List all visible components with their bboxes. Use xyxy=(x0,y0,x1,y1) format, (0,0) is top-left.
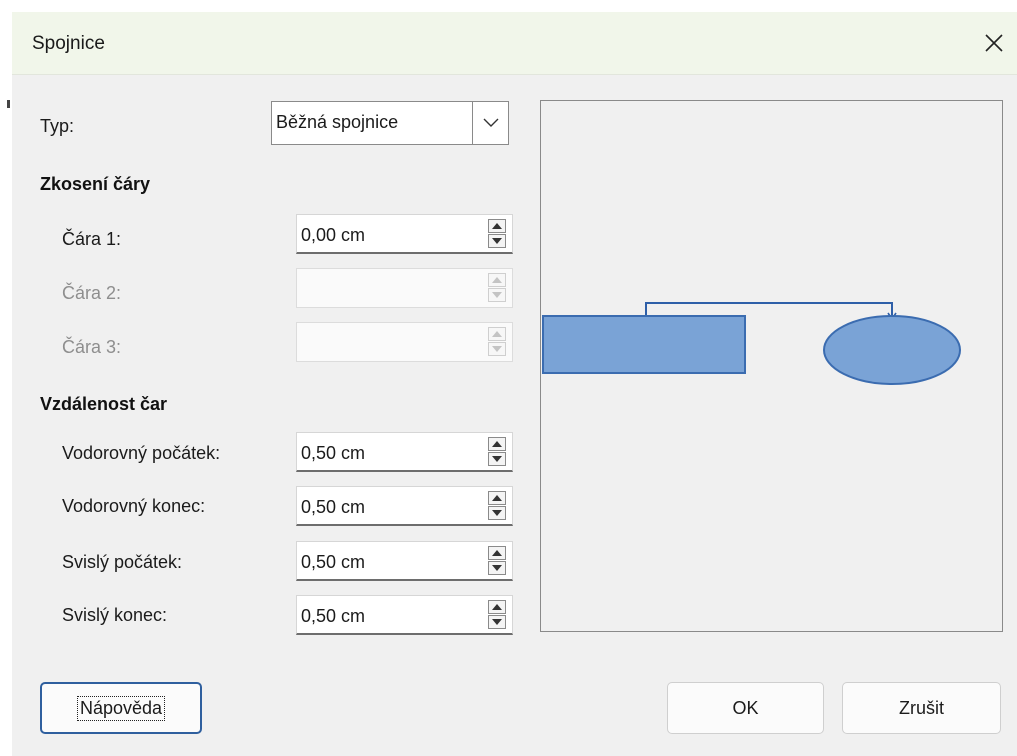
line2-decrement-button xyxy=(488,288,506,302)
line1-value: 0,00 cm xyxy=(301,225,366,245)
h-end-spinbox[interactable]: 0,50 cm xyxy=(296,486,513,526)
arrow-up-icon xyxy=(492,495,502,501)
arrow-up-icon xyxy=(492,604,502,610)
help-button-label: Nápověda xyxy=(76,695,166,721)
v-start-decrement-button[interactable] xyxy=(488,561,506,575)
preview-rectangle xyxy=(542,315,746,374)
type-label: Typ: xyxy=(40,116,75,136)
help-button[interactable]: Nápověda xyxy=(40,682,202,734)
connector-preview xyxy=(540,100,1003,632)
line3-increment-button xyxy=(488,327,506,341)
arrow-down-icon xyxy=(492,510,502,516)
line1-increment-button[interactable] xyxy=(488,219,506,233)
arrow-up-icon xyxy=(492,223,502,229)
arrow-up-icon xyxy=(492,331,502,337)
ok-button-label: OK xyxy=(732,697,759,718)
v-start-spinbox[interactable]: 0,50 cm xyxy=(296,541,513,581)
window-shadow-top xyxy=(0,0,1017,12)
h-start-decrement-button[interactable] xyxy=(488,452,506,466)
type-select[interactable]: Běžná spojnice xyxy=(271,101,509,145)
line3-decrement-button xyxy=(488,342,506,356)
preview-canvas xyxy=(542,302,961,385)
line1-label: Čára 1: xyxy=(62,229,122,249)
line3-spinbox xyxy=(296,322,513,362)
h-start-spinbox[interactable]: 0,50 cm xyxy=(296,432,513,472)
v-end-label: Svislý konec: xyxy=(62,605,168,625)
line3-label: Čára 3: xyxy=(62,337,122,357)
line1-decrement-button[interactable] xyxy=(488,234,506,248)
dialog-title: Spojnice xyxy=(32,33,105,54)
arrow-down-icon xyxy=(492,619,502,625)
cancel-button-label: Zrušit xyxy=(899,697,944,718)
background-artifact xyxy=(7,100,10,108)
line1-spinbox[interactable]: 0,00 cm xyxy=(296,214,513,254)
h-start-increment-button[interactable] xyxy=(488,437,506,451)
close-icon xyxy=(985,34,1003,52)
type-select-dropdown[interactable] xyxy=(472,102,508,144)
h-end-value: 0,50 cm xyxy=(301,497,366,517)
window-shadow-left xyxy=(0,0,12,756)
arrow-down-icon xyxy=(492,346,502,352)
h-end-decrement-button[interactable] xyxy=(488,506,506,520)
v-end-increment-button[interactable] xyxy=(488,600,506,614)
v-start-value: 0,50 cm xyxy=(301,552,366,572)
arrow-up-icon xyxy=(492,550,502,556)
arrow-up-icon xyxy=(492,277,502,283)
preview-ellipse xyxy=(823,315,961,385)
close-button[interactable] xyxy=(971,12,1017,74)
skew-heading: Zkosení čáry xyxy=(40,174,151,194)
line2-increment-button xyxy=(488,273,506,287)
line2-spinbox xyxy=(296,268,513,308)
arrow-down-icon xyxy=(492,565,502,571)
h-start-value: 0,50 cm xyxy=(301,443,366,463)
v-end-spinbox[interactable]: 0,50 cm xyxy=(296,595,513,635)
arrow-down-icon xyxy=(492,456,502,462)
arrow-up-icon xyxy=(492,441,502,447)
h-start-label: Vodorovný počátek: xyxy=(62,443,221,463)
v-start-label: Svislý počátek: xyxy=(62,552,183,572)
v-end-value: 0,50 cm xyxy=(301,606,366,626)
arrow-down-icon xyxy=(492,292,502,298)
title-bar: Spojnice xyxy=(12,12,1017,75)
arrow-down-icon xyxy=(492,238,502,244)
chevron-down-icon xyxy=(483,118,498,127)
h-end-increment-button[interactable] xyxy=(488,491,506,505)
v-end-decrement-button[interactable] xyxy=(488,615,506,629)
type-select-value: Běžná spojnice xyxy=(276,112,399,132)
spacing-heading: Vzdálenost čar xyxy=(40,394,168,414)
cancel-button[interactable]: Zrušit xyxy=(842,682,1001,734)
v-start-increment-button[interactable] xyxy=(488,546,506,560)
ok-button[interactable]: OK xyxy=(667,682,824,734)
line2-label: Čára 2: xyxy=(62,283,122,303)
h-end-label: Vodorovný konec: xyxy=(62,496,206,516)
